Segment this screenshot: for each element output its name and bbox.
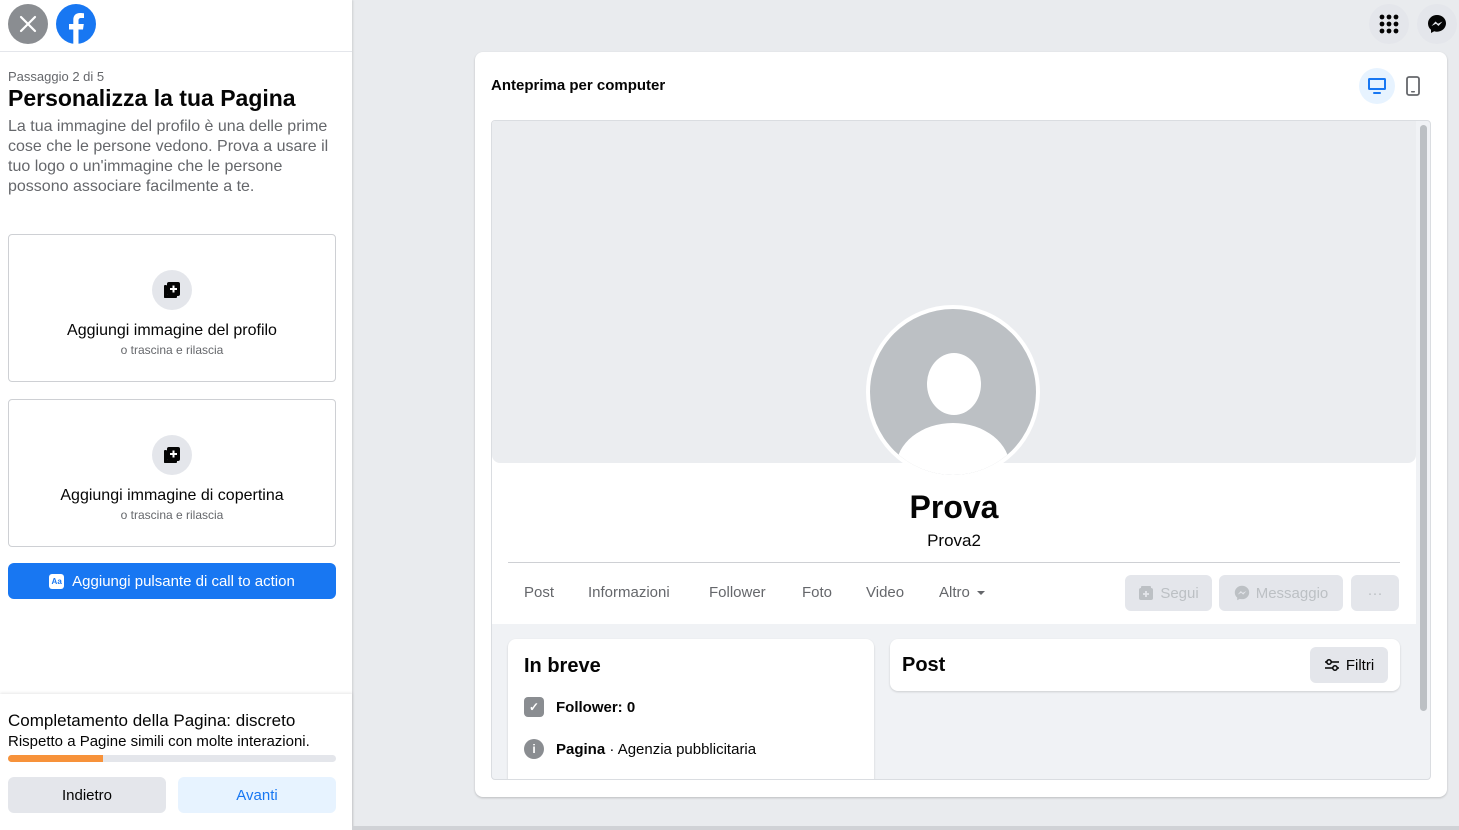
add-cta-label: Aggiungi pulsante di call to action (72, 572, 295, 590)
preview-card: Anteprima per computer Prova Prova2 Post… (475, 52, 1447, 797)
followers-row: ✓ Follower: 0 (524, 697, 635, 717)
desktop-icon (1368, 78, 1386, 94)
page-username: Prova2 (927, 531, 981, 550)
filters-button[interactable]: Filtri (1310, 647, 1388, 683)
tab-video[interactable]: Video (866, 584, 904, 601)
next-button[interactable]: Avanti (178, 777, 336, 813)
follow-icon (1139, 586, 1154, 600)
facebook-logo-icon[interactable] (56, 4, 96, 44)
tab-foto[interactable]: Foto (802, 584, 832, 601)
followers-count: Follower: 0 (556, 698, 636, 716)
completion-footer: Completamento della Pagina: discreto Ris… (0, 694, 352, 830)
step-indicator: Passaggio 2 di 5 (8, 69, 105, 84)
preview-title: Anteprima per computer (491, 77, 666, 94)
messenger-icon (1428, 15, 1446, 33)
tab-post[interactable]: Post (524, 584, 554, 601)
add-cover-image-label: Aggiungi immagine di copertina (60, 487, 284, 504)
add-cover-image-box[interactable]: Aggiungi immagine di copertina o trascin… (8, 399, 336, 547)
mobile-phone-icon (1406, 76, 1420, 96)
page-name: Prova (909, 489, 999, 525)
preview-scrollbar[interactable] (1420, 125, 1427, 711)
bottom-edge (352, 826, 1459, 830)
add-profile-image-box[interactable]: Aggiungi immagine del profilo o trascina… (8, 234, 336, 382)
messenger-icon (1234, 585, 1249, 601)
add-cta-button[interactable]: Aa Aggiungi pulsante di call to action (8, 563, 336, 599)
setup-panel: Passaggio 2 di 5 Personalizza la tua Pag… (0, 0, 352, 830)
caret-down-icon (976, 590, 985, 595)
message-button[interactable]: Messaggio (1219, 575, 1343, 611)
page-preview-frame: Prova Prova2 Post Informazioni Follower … (491, 120, 1431, 780)
filters-label: Filtri (1345, 656, 1375, 674)
add-profile-image-label: Aggiungi immagine del profilo (67, 322, 277, 339)
panel-header (0, 0, 352, 52)
completion-progress-fill (8, 755, 104, 762)
desktop-preview-button[interactable] (1359, 68, 1395, 104)
profile-picture (866, 305, 1040, 479)
intro-card: In breve ✓ Follower: 0 i Pagina · Agenzi… (508, 639, 874, 779)
category-type: Pagina (556, 740, 606, 758)
completion-title: Completamento della Pagina: discreto (8, 711, 296, 730)
intro-title: In breve (524, 655, 601, 677)
more-dots-icon: ··· (1367, 584, 1383, 602)
close-icon (19, 15, 37, 33)
drag-drop-hint: o trascina e rilascia (120, 343, 224, 357)
tab-altro[interactable]: Altro (939, 584, 986, 601)
back-button[interactable]: Indietro (8, 777, 166, 813)
completion-subtitle: Rispetto a Pagine simili con molte inter… (8, 733, 310, 750)
posts-card: Post Filtri (890, 639, 1400, 691)
page-title: Personalizza la tua Pagina (8, 85, 296, 111)
drag-drop-hint: o trascina e rilascia (120, 508, 224, 522)
category-name: · Agenzia pubblicitaria (605, 740, 757, 758)
posts-title: Post (902, 654, 946, 676)
follow-label: Segui (1160, 584, 1199, 602)
messenger-button[interactable] (1417, 4, 1457, 44)
menu-grid-button[interactable] (1369, 4, 1409, 44)
close-button[interactable] (8, 4, 48, 44)
grid-menu-icon (1379, 14, 1399, 34)
default-avatar-icon (927, 353, 981, 415)
tab-follower[interactable]: Follower (709, 584, 766, 601)
completion-progress-bar (8, 755, 336, 762)
tab-altro-label: Altro (939, 584, 970, 601)
mobile-preview-button[interactable] (1395, 68, 1431, 104)
followers-check-icon: ✓ (524, 697, 544, 717)
more-options-button[interactable]: ··· (1351, 575, 1399, 611)
info-icon: i (524, 739, 544, 759)
message-label: Messaggio (1255, 584, 1329, 602)
add-photo-icon (152, 270, 192, 310)
filter-sliders-icon (1324, 659, 1339, 671)
follow-button[interactable]: Segui (1125, 575, 1212, 611)
add-photo-icon (152, 435, 192, 475)
divider (508, 562, 1400, 563)
step-description: La tua immagine del profilo è una delle … (8, 118, 329, 195)
category-row: i Pagina · Agenzia pubblicitaria (524, 739, 756, 759)
tab-informazioni[interactable]: Informazioni (588, 584, 670, 601)
text-aa-icon: Aa (49, 573, 65, 589)
